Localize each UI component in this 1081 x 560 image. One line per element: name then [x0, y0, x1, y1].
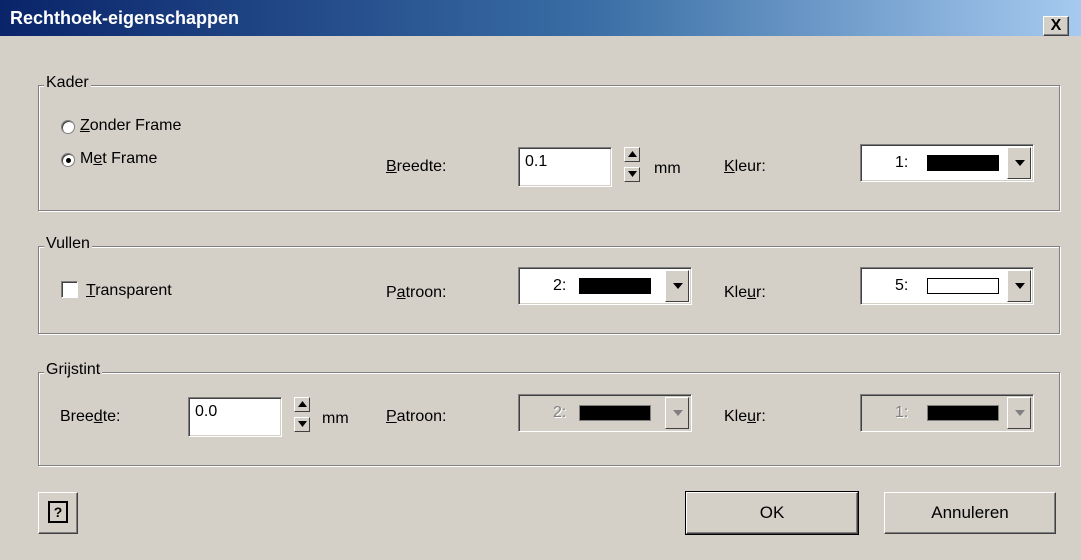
title-bar: Rechthoek-eigenschappen X [0, 0, 1081, 36]
frame-width-unit: mm [654, 160, 681, 177]
fill-color-label: Kleur: [724, 284, 766, 301]
arrow-down-icon [628, 171, 637, 177]
frame-label[interactable]: Met Frame [80, 150, 157, 168]
help-icon: ? [48, 501, 68, 523]
fill-color-swatch [927, 278, 999, 294]
arrow-up-icon [628, 151, 637, 157]
frame-color-value: 1: [895, 154, 909, 171]
gray-width-input[interactable]: 0.0 [188, 397, 282, 437]
gray-color-dropdown-button[interactable] [1007, 397, 1031, 429]
gray-pattern-label: Patroon: [386, 408, 447, 425]
gray-width-down-button[interactable] [294, 417, 310, 432]
fill-color-combo[interactable]: 5: [860, 267, 1034, 305]
fill-pattern-swatch [579, 278, 651, 294]
frame-color-combo[interactable]: 1: [860, 144, 1034, 182]
frame-width-value: 0.1 [525, 153, 548, 170]
frame-width-input[interactable]: 0.1 [518, 147, 612, 187]
gray-width-label: Breedte: [60, 408, 121, 425]
frame-color-label: Kleur: [724, 158, 766, 175]
gray-width-up-button[interactable] [294, 397, 310, 412]
fill-color-value: 5: [895, 277, 909, 294]
gray-width-unit: mm [322, 410, 349, 427]
gray-width-value: 0.0 [195, 403, 218, 420]
grijstint-group-label: Grijstint [44, 361, 103, 379]
gray-pattern-value: 2: [553, 404, 567, 421]
gray-color-combo[interactable]: 1: [860, 394, 1034, 432]
frame-color-dropdown-button[interactable] [1007, 147, 1031, 179]
kader-group-label: Kader [44, 74, 91, 92]
no-frame-label[interactable]: Zonder Frame [80, 117, 181, 135]
close-icon: X [1050, 17, 1062, 34]
ok-button[interactable]: OK [685, 491, 859, 535]
gray-color-value: 1: [895, 404, 909, 421]
close-button[interactable]: X [1043, 16, 1069, 36]
fill-pattern-value: 2: [553, 277, 567, 294]
frame-width-label: Breedte: [386, 158, 447, 175]
chevron-down-icon [1015, 160, 1025, 166]
frame-width-up-button[interactable] [624, 147, 640, 162]
frame-color-swatch [927, 155, 999, 171]
frame-width-down-button[interactable] [624, 167, 640, 182]
gray-pattern-dropdown-button[interactable] [665, 397, 689, 429]
chevron-down-icon [1015, 410, 1025, 416]
frame-width-spinner[interactable] [624, 147, 640, 187]
arrow-up-icon [298, 401, 307, 407]
frame-radio[interactable] [61, 153, 75, 167]
gray-color-label: Kleur: [724, 408, 766, 425]
gray-pattern-combo[interactable]: 2: [518, 394, 692, 432]
chevron-down-icon [673, 283, 683, 289]
radio-selected-dot [66, 158, 71, 163]
chevron-down-icon [1015, 283, 1025, 289]
fill-pattern-combo[interactable]: 2: [518, 267, 692, 305]
ok-label: OK [759, 503, 785, 522]
vullen-group-label: Vullen [44, 235, 92, 253]
no-frame-radio[interactable] [61, 120, 75, 134]
arrow-down-icon [298, 421, 307, 427]
transparent-checkbox[interactable] [61, 281, 78, 298]
help-button[interactable]: ? [38, 492, 78, 534]
gray-width-spinner[interactable] [294, 397, 310, 437]
cancel-label: Annuleren [931, 503, 1009, 522]
cancel-button[interactable]: Annuleren [884, 492, 1056, 534]
window-title: Rechthoek-eigenschappen [10, 8, 240, 28]
chevron-down-icon [673, 410, 683, 416]
transparent-label[interactable]: Transparent [86, 282, 172, 300]
gray-color-swatch [927, 405, 999, 421]
fill-pattern-label: Patroon: [386, 284, 447, 301]
fill-pattern-dropdown-button[interactable] [665, 270, 689, 302]
gray-pattern-swatch [579, 405, 651, 421]
fill-color-dropdown-button[interactable] [1007, 270, 1031, 302]
